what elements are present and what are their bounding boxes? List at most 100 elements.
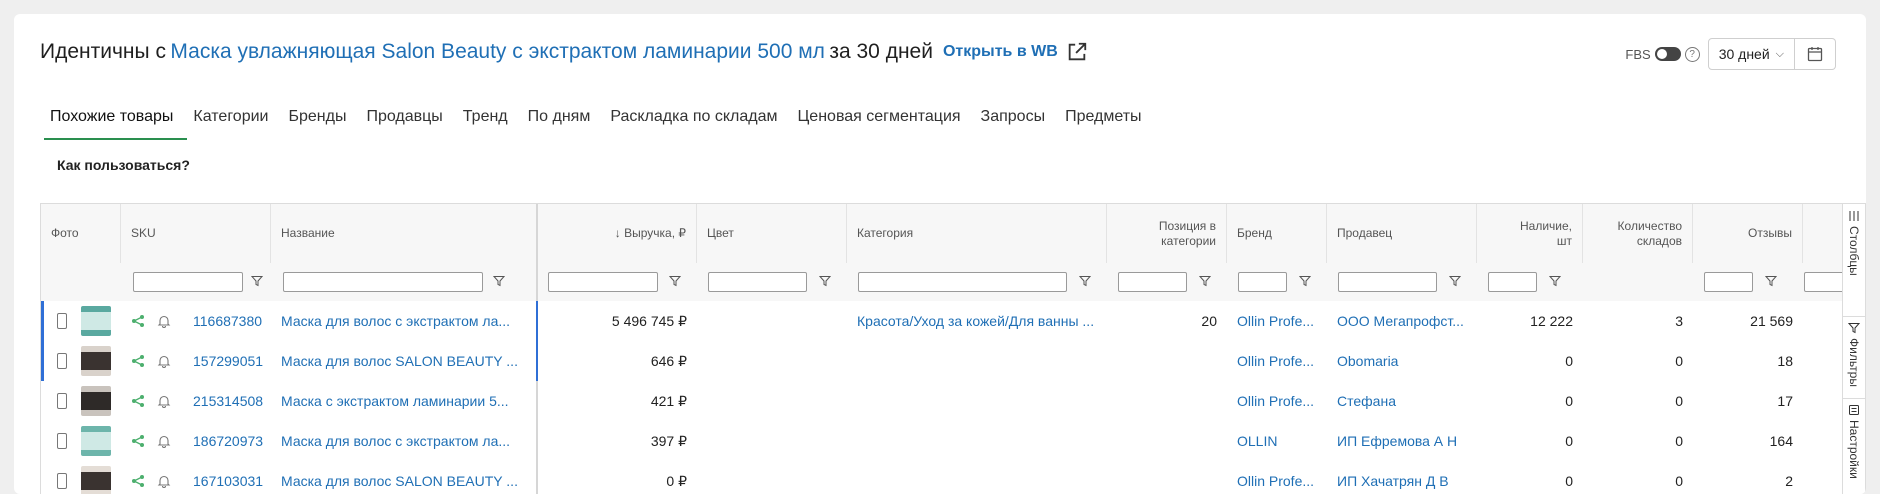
row-checkbox[interactable] [57,393,67,409]
row-checkbox[interactable] [57,313,67,329]
col-reviews[interactable]: Отзывы [1693,204,1803,263]
category-link[interactable] [847,421,1107,461]
col-stock[interactable]: Наличие, шт [1477,204,1583,263]
share-icon[interactable] [131,474,145,488]
open-in-wb-link[interactable]: Открыть в WB [943,43,1058,61]
bell-icon[interactable] [157,314,171,328]
col-color[interactable]: Цвет [697,204,847,263]
seller-link[interactable]: ИП Ефремова А Н [1327,421,1477,461]
tab-categories[interactable]: Категории [183,98,278,140]
row-checkbox[interactable] [57,473,67,489]
filter-icon[interactable] [251,275,263,287]
category-link[interactable]: Красота/Уход за кожей/Для ванны ... [847,301,1107,341]
bell-icon[interactable] [157,434,171,448]
col-category[interactable]: Категория [847,204,1107,263]
filter-icon[interactable] [1449,275,1461,287]
stock-filter-input[interactable] [1488,272,1537,292]
brand-link[interactable]: OLLIN [1227,421,1327,461]
position-filter-input[interactable] [1118,272,1187,292]
col-seller[interactable]: Продавец [1327,204,1477,263]
tab-queries[interactable]: Запросы [971,98,1056,140]
tab-by-days[interactable]: По дням [518,98,601,140]
product-thumbnail[interactable] [81,466,111,494]
category-link[interactable] [847,341,1107,381]
tab-warehouse-layout[interactable]: Раскладка по складам [600,98,787,140]
col-revenue[interactable]: ↓ Выручка, ₽ [537,204,697,263]
table-row[interactable]: 116687380 Маска для волос с экстрактом л… [41,301,1865,342]
columns-panel-button[interactable]: Столбцы [1843,210,1865,276]
reviews-filter-input[interactable] [1704,272,1753,292]
col-position[interactable]: Позиция в категории [1107,204,1227,263]
product-name-link[interactable]: Маска для волос с экстрактом ла... [271,301,537,341]
settings-panel-button[interactable]: Настройки [1843,404,1865,479]
external-link-icon[interactable] [1066,41,1088,63]
filter-icon[interactable] [819,275,831,287]
tab-similar-products[interactable]: Похожие товары [40,98,188,140]
share-icon[interactable] [131,434,145,448]
table-row[interactable]: 167103031 Маска для волос SALON BEAUTY .… [41,461,1865,494]
product-thumbnail[interactable] [81,346,111,376]
table-row[interactable]: 157299051 Маска для волос SALON BEAUTY .… [41,341,1865,382]
table-row[interactable]: 186720973 Маска для волос с экстрактом л… [41,421,1865,462]
bell-icon[interactable] [157,354,171,368]
period-select[interactable]: 30 дней ⌵ [1707,38,1795,70]
brand-link[interactable]: Ollin Profe... [1227,381,1327,421]
col-photo[interactable]: Фото [41,204,121,263]
share-icon[interactable] [131,314,145,328]
row-checkbox[interactable] [57,353,67,369]
brand-link[interactable]: Ollin Profe... [1227,301,1327,341]
category-filter-input[interactable] [858,272,1067,292]
sku-link[interactable]: 157299051 [183,341,271,381]
help-icon[interactable]: ? [1684,46,1700,62]
col-name[interactable]: Название [271,204,537,263]
share-icon[interactable] [131,394,145,408]
product-name-link[interactable]: Маска для волос SALON BEAUTY ... [271,341,537,381]
sku-link[interactable]: 116687380 [183,301,271,341]
calendar-button[interactable] [1795,38,1836,70]
filters-panel-button[interactable]: Фильтры [1843,322,1865,387]
seller-link[interactable]: ООО Мегапрофст... [1327,301,1477,341]
color-filter-input[interactable] [708,272,807,292]
tab-trend[interactable]: Тренд [453,98,518,140]
sku-link[interactable]: 167103031 [183,461,271,494]
brand-link[interactable]: Ollin Profe... [1227,341,1327,381]
how-to-use-link[interactable]: Как пользоваться? [57,157,190,173]
name-filter-input[interactable] [283,272,483,292]
product-name-link[interactable]: Маска для волос с экстрактом ла... [271,421,537,461]
tab-brands[interactable]: Бренды [278,98,356,140]
col-warehouses[interactable]: Количество складов [1583,204,1693,263]
product-thumbnail[interactable] [81,306,111,336]
seller-filter-input[interactable] [1338,272,1437,292]
product-link[interactable]: Маска увлажняющая Salon Beauty с экстрак… [170,40,825,64]
tab-sellers[interactable]: Продавцы [356,98,452,140]
filter-icon[interactable] [1765,275,1777,287]
row-checkbox[interactable] [57,433,67,449]
category-link[interactable] [847,461,1107,494]
seller-link[interactable]: Obomaria [1327,341,1477,381]
revenue-filter-input[interactable] [548,272,658,292]
seller-link[interactable]: Стефана [1327,381,1477,421]
product-name-link[interactable]: Маска для волос SALON BEAUTY ... [271,461,537,494]
seller-link[interactable]: ИП Хачатрян Д В [1327,461,1477,494]
tab-subjects[interactable]: Предметы [1055,98,1151,140]
filter-icon[interactable] [1549,275,1561,287]
filter-icon[interactable] [1299,275,1311,287]
bell-icon[interactable] [157,394,171,408]
share-icon[interactable] [131,354,145,368]
sku-filter-input[interactable] [133,272,243,292]
category-link[interactable] [847,381,1107,421]
product-thumbnail[interactable] [81,386,111,416]
sku-link[interactable]: 186720973 [183,421,271,461]
brand-link[interactable]: Ollin Profe... [1227,461,1327,494]
brand-filter-input[interactable] [1238,272,1287,292]
filter-icon[interactable] [669,275,681,287]
bell-icon[interactable] [157,474,171,488]
col-sku[interactable]: SKU [121,204,271,263]
product-name-link[interactable]: Маска с экстрактом ламинарии 5... [271,381,537,421]
rating-filter-input[interactable] [1804,272,1844,292]
sku-link[interactable]: 215314508 [183,381,271,421]
table-row[interactable]: 215314508 Маска с экстрактом ламинарии 5… [41,381,1865,422]
col-brand[interactable]: Бренд [1227,204,1327,263]
filter-icon[interactable] [1199,275,1211,287]
tab-price-segmentation[interactable]: Ценовая сегментация [787,98,970,140]
